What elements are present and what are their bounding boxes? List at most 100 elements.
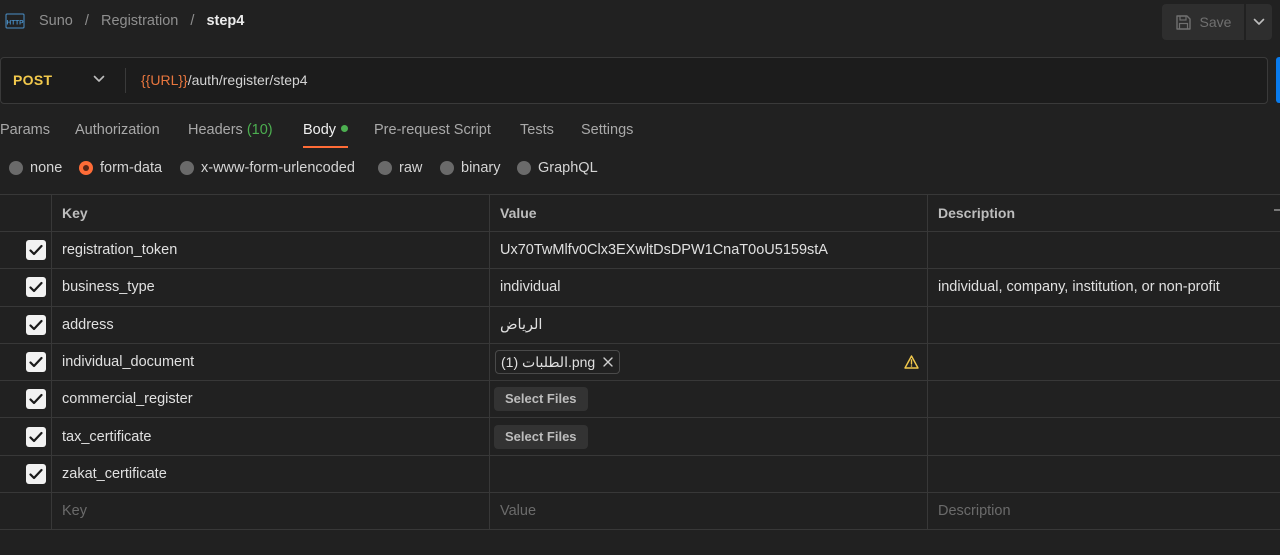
column-menu-icon[interactable] (1274, 209, 1280, 211)
save-options-dropdown[interactable] (1246, 4, 1272, 40)
row-key: registration_token (62, 242, 178, 259)
chevron-down-icon (1253, 18, 1265, 25)
body-type-selector: none form-data x-www-form-urlencoded raw… (0, 160, 700, 182)
row-checkbox[interactable] (26, 314, 46, 335)
description-cell[interactable] (928, 307, 1280, 343)
tab-body-label: Body (303, 122, 337, 138)
description-cell[interactable] (928, 456, 1280, 492)
description-cell[interactable] (928, 381, 1280, 417)
save-button[interactable]: Save (1162, 4, 1244, 40)
radio-label: raw (399, 160, 423, 176)
row-checkbox[interactable] (26, 426, 46, 447)
row-description: individual, company, institution, or non… (938, 279, 1220, 296)
key-cell[interactable]: tax_certificate (52, 418, 490, 455)
value-cell: Select Files (490, 418, 928, 455)
headers-count: (10) (246, 122, 273, 138)
row-checkbox[interactable] (26, 240, 46, 261)
description-cell[interactable]: individual, company, institution, or non… (928, 269, 1280, 305)
key-cell[interactable]: commercial_register (52, 381, 490, 418)
row-checkbox[interactable] (26, 463, 46, 484)
description-cell[interactable] (928, 232, 1280, 268)
value-placeholder: Value (500, 503, 537, 520)
url-path: /auth/register/step4 (187, 72, 308, 88)
value-cell[interactable] (490, 455, 928, 493)
table-row: zakat_certificate (0, 455, 1280, 494)
url-input[interactable]: {{URL}}/auth/register/step4 (141, 72, 308, 88)
header-description-cell: Description (928, 195, 1280, 231)
header-check-cell (0, 195, 52, 231)
row-checkbox[interactable] (26, 277, 46, 298)
table-row: individual_document الطلبات (1).png (0, 343, 1280, 382)
row-checkbox[interactable] (26, 389, 46, 410)
row-key: address (62, 316, 114, 333)
tab-params[interactable]: Params (0, 122, 50, 138)
new-key-input[interactable]: Key (52, 493, 490, 530)
row-check-cell (0, 381, 52, 418)
select-files-button[interactable]: Select Files (494, 387, 588, 412)
warning-icon[interactable] (904, 355, 919, 369)
row-key: zakat_certificate (62, 465, 167, 482)
header-value-cell: Value (490, 195, 928, 231)
row-key: individual_document (62, 354, 195, 371)
row-checkbox[interactable] (26, 352, 46, 373)
checkmark-icon (29, 356, 43, 368)
radio-raw[interactable]: raw (378, 160, 422, 176)
request-name[interactable]: step4 (206, 13, 244, 29)
row-value: Ux70TwMlfv0Clx3EXwltDsDPW1CnaT0oU5159stA (500, 242, 828, 259)
radio-checked-icon (79, 161, 93, 175)
radio-none[interactable]: none (9, 160, 62, 176)
key-cell[interactable]: registration_token (52, 232, 490, 269)
tab-body[interactable]: Body (303, 122, 349, 138)
row-value: individual (500, 279, 561, 296)
tab-tests[interactable]: Tests (520, 122, 554, 138)
radio-label: none (30, 160, 63, 176)
value-cell[interactable]: الرياض (490, 306, 928, 343)
tab-pre-request-script[interactable]: Pre-request Script (374, 122, 491, 138)
breadcrumb-collection[interactable]: Suno (39, 13, 73, 29)
key-cell[interactable]: zakat_certificate (52, 455, 490, 493)
key-placeholder: Key (62, 503, 87, 520)
row-check-cell (0, 455, 52, 493)
new-description-input[interactable]: Description (928, 493, 1280, 529)
close-icon (603, 357, 613, 367)
description-cell[interactable] (928, 344, 1280, 380)
method-label: POST (13, 72, 53, 88)
table-header-row: Key Value Description (0, 194, 1280, 232)
row-check-cell (0, 269, 52, 306)
send-button[interactable] (1276, 57, 1280, 103)
radio-binary[interactable]: binary (440, 160, 501, 176)
form-data-table: Key Value Description registration_token… (0, 194, 1280, 531)
tab-settings[interactable]: Settings (581, 122, 633, 138)
url-variable: {{URL}} (141, 72, 188, 88)
radio-form-data[interactable]: form-data (79, 160, 162, 176)
new-value-input[interactable]: Value (490, 493, 928, 530)
tab-headers-label: Headers (188, 122, 243, 138)
key-cell[interactable]: address (52, 306, 490, 343)
tab-authorization[interactable]: Authorization (75, 122, 160, 138)
new-row: Key Value Description (0, 493, 1280, 531)
file-chip: الطلبات (1).png (495, 350, 621, 375)
key-cell[interactable]: individual_document (52, 343, 490, 381)
description-cell[interactable] (928, 418, 1280, 454)
select-files-button[interactable]: Select Files (494, 424, 588, 449)
breadcrumb-folder[interactable]: Registration (101, 13, 178, 29)
save-group: Save (1162, 4, 1272, 40)
value-cell[interactable]: الطلبات (1).png (490, 343, 928, 381)
radio-icon (440, 161, 454, 175)
key-cell[interactable]: business_type (52, 269, 490, 306)
value-cell[interactable]: Ux70TwMlfv0Clx3EXwltDsDPW1CnaT0oU5159stA (490, 232, 928, 269)
remove-file-button[interactable] (603, 357, 613, 367)
checkmark-icon (29, 394, 43, 405)
table-row: address الرياض (0, 306, 1280, 344)
row-check-cell (0, 493, 52, 530)
radio-x-www-form-urlencoded[interactable]: x-www-form-urlencoded (180, 160, 355, 176)
radio-icon (378, 161, 392, 175)
value-cell[interactable]: individual (490, 269, 928, 306)
radio-graphql[interactable]: GraphQL (517, 160, 598, 176)
row-key: commercial_register (62, 391, 193, 408)
row-value: الرياض (500, 316, 543, 333)
method-select[interactable]: POST (1, 58, 125, 103)
breadcrumb-separator: / (190, 13, 195, 29)
tab-headers[interactable]: Headers (10) (188, 122, 273, 138)
table-row: business_type individual individual, com… (0, 269, 1280, 307)
